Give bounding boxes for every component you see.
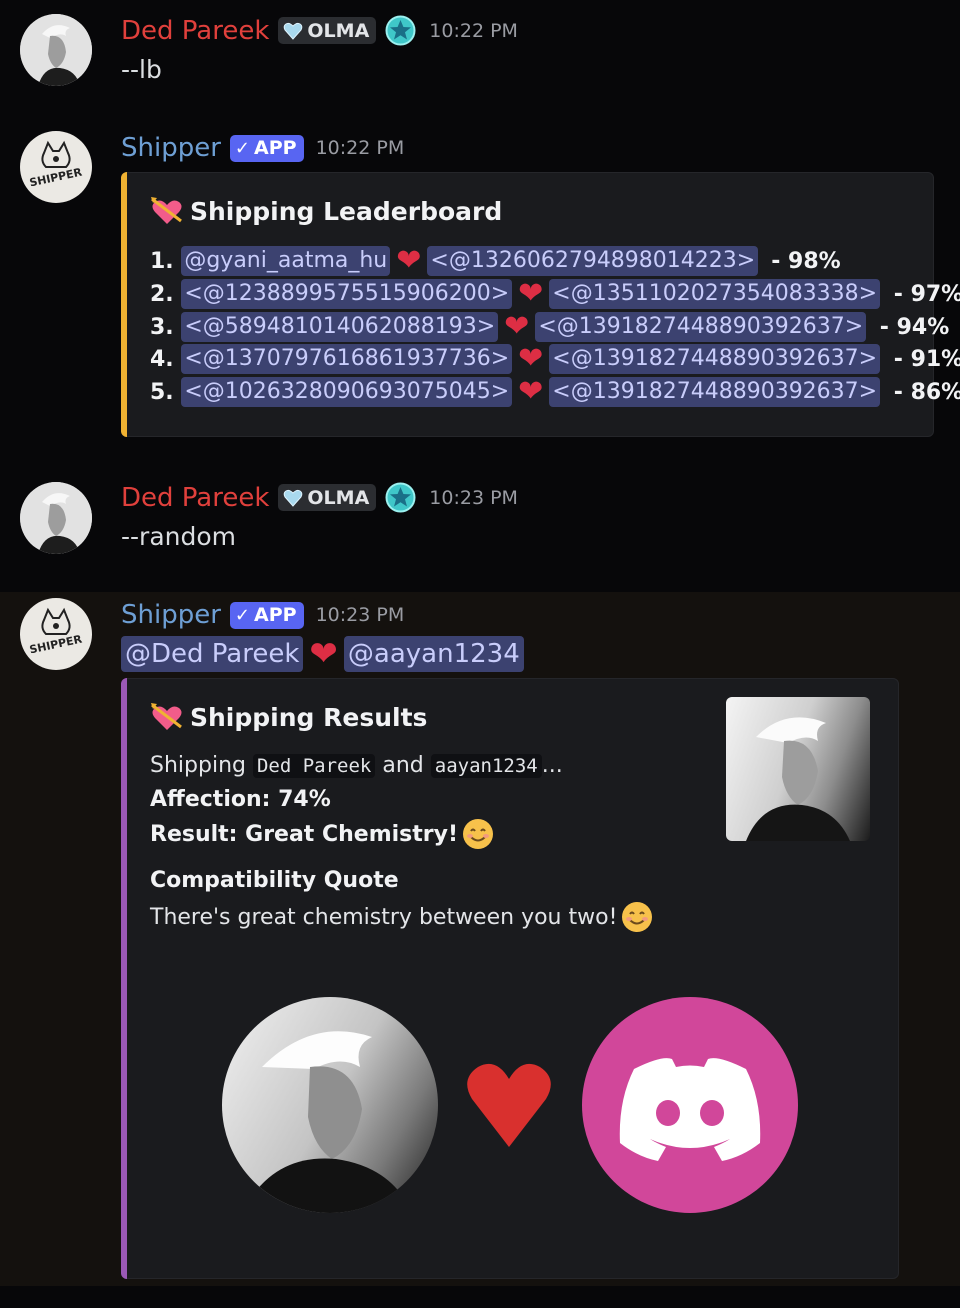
avatar-portrait xyxy=(242,1031,412,1213)
app-badge: ✓ APP xyxy=(229,601,304,629)
user-mention[interactable]: @Ded Pareek xyxy=(121,636,304,672)
smile-icon xyxy=(622,902,653,932)
embed-title: Shipping Results xyxy=(150,701,427,733)
user-mention[interactable]: @aayan1234 xyxy=(343,636,524,672)
quote-title: Compatibility Quote xyxy=(150,868,399,893)
text: ... xyxy=(541,753,563,778)
user-mention[interactable]: <@1391827448890392637> xyxy=(549,377,881,407)
user-mention[interactable]: <@1326062794898014223> xyxy=(427,246,759,276)
username[interactable]: Shipper xyxy=(121,599,221,631)
embed-title-text: Shipping Leaderboard xyxy=(190,196,503,226)
text: Result: Great Chemistry! xyxy=(150,821,459,847)
avatar-portrait xyxy=(20,482,92,554)
rank: 2. xyxy=(150,281,174,307)
app-badge-label: APP xyxy=(254,137,297,159)
app-badge-label: APP xyxy=(254,604,297,626)
heart-arrow-icon xyxy=(151,197,182,224)
heart-icon xyxy=(467,1063,551,1147)
leaderboard-row: 1. @gyani_aatma_hu ❤ <@13260627948980142… xyxy=(150,246,841,276)
user-mention[interactable]: <@1238899575515906200> xyxy=(181,279,513,309)
check-icon: ✓ xyxy=(234,137,250,159)
leaderboard-embed: Shipping Leaderboard 1. @gyani_aatma_hu … xyxy=(121,172,960,437)
timestamp: 10:22 PM xyxy=(429,19,518,42)
inline-code: aayan1234 xyxy=(430,753,542,778)
heart-arrow-icon xyxy=(151,703,182,730)
user-mention[interactable]: <@589481014062088193> xyxy=(181,312,499,342)
heart-icon: ❤ xyxy=(518,276,544,311)
leaderboard-row: 4. <@1370797616861937736> ❤ <@1391827448… xyxy=(150,344,960,374)
rank: 5. xyxy=(150,379,174,405)
guild-tag-label: OLMA xyxy=(307,19,370,42)
timestamp: 10:23 PM xyxy=(315,604,405,626)
guild-tag[interactable]: OLMA xyxy=(278,484,377,511)
results-embed: Shipping Results Shipping Ded Pareek and… xyxy=(121,678,899,1279)
avatar[interactable]: SHIPPER xyxy=(20,131,92,203)
heart-icon: ❤ xyxy=(309,634,338,674)
user-mention[interactable]: <@1391827448890392637> xyxy=(535,312,867,342)
message-mentions: @Ded Pareek ❤ @aayan1234 xyxy=(121,636,524,672)
user-b-avatar-large[interactable] xyxy=(582,997,798,1213)
quote-line: There's great chemistry between you two! xyxy=(150,901,653,933)
leaderboard-row: 5. <@1026328090693075045> ❤ <@1391827448… xyxy=(150,377,960,407)
heart-icon: ❤ xyxy=(504,309,530,344)
discord-logo-icon xyxy=(619,1058,761,1161)
inline-code: Ded Pareek xyxy=(252,753,376,778)
user-mention[interactable]: @gyani_aatma_hu xyxy=(181,246,391,276)
user-mention[interactable]: <@1391827448890392637> xyxy=(549,344,881,374)
rank: 3. xyxy=(150,314,174,340)
text: and xyxy=(382,753,424,778)
avatar-portrait xyxy=(20,14,92,86)
shipper-logo-icon: SHIPPER xyxy=(28,140,84,190)
text: There's great chemistry between you two! xyxy=(150,904,618,930)
user-mention[interactable]: <@1351102027354083338> xyxy=(549,279,881,309)
smile-icon xyxy=(463,819,494,849)
message-text: --lb xyxy=(121,55,162,84)
app-badge: ✓ APP xyxy=(229,134,304,162)
timestamp: 10:22 PM xyxy=(315,137,405,159)
leaderboard-row: 3. <@589481014062088193> ❤ <@13918274488… xyxy=(150,312,949,342)
rank: 1. xyxy=(150,248,174,274)
avatar[interactable]: SHIPPER xyxy=(20,598,92,670)
heart-icon: ❤ xyxy=(518,341,544,376)
embed-title: Shipping Leaderboard xyxy=(150,195,502,227)
message-text: --random xyxy=(121,522,237,551)
text: Shipping xyxy=(150,753,246,778)
embed-accent-bar xyxy=(121,678,127,1279)
percent: - 86% xyxy=(893,379,960,405)
username[interactable]: Ded Pareek xyxy=(121,15,269,47)
embed-title-text: Shipping Results xyxy=(190,702,428,732)
svg-text:SHIPPER: SHIPPER xyxy=(28,633,83,657)
heart-icon: ❤ xyxy=(518,374,544,409)
timestamp: 10:23 PM xyxy=(429,486,518,509)
avatar[interactable] xyxy=(20,482,92,554)
user-mention[interactable]: <@1370797616861937736> xyxy=(181,344,513,374)
shipper-logo-icon: SHIPPER xyxy=(28,607,84,657)
percent: - 94% xyxy=(879,314,950,340)
crystal-heart-icon xyxy=(284,489,303,507)
user-a-avatar-large[interactable] xyxy=(222,997,438,1213)
result-line: Result: Great Chemistry! xyxy=(150,818,494,850)
leaderboard-row: 2. <@1238899575515906200> ❤ <@1351102027… xyxy=(150,279,960,309)
user-mention[interactable]: <@1026328090693075045> xyxy=(181,377,513,407)
heart-icon: ❤ xyxy=(396,243,422,278)
affection-line: Affection: 74% xyxy=(150,787,331,812)
shipping-line: Shipping Ded Pareek and aayan1234 ... xyxy=(150,753,563,778)
star-badge-icon[interactable] xyxy=(384,14,417,47)
star-badge-icon[interactable] xyxy=(384,481,417,514)
svg-text:SHIPPER: SHIPPER xyxy=(28,166,83,190)
thumbnail-portrait xyxy=(746,717,850,841)
embed-thumbnail[interactable] xyxy=(726,697,870,841)
crystal-heart-icon xyxy=(284,22,303,40)
check-icon: ✓ xyxy=(234,604,250,626)
username[interactable]: Shipper xyxy=(121,132,221,164)
avatar[interactable] xyxy=(20,14,92,86)
percent: - 91% xyxy=(893,346,960,372)
username[interactable]: Ded Pareek xyxy=(121,482,269,514)
guild-tag[interactable]: OLMA xyxy=(278,17,377,44)
percent: - 98% xyxy=(771,248,841,274)
rank: 4. xyxy=(150,346,174,372)
percent: - 97% xyxy=(893,281,960,307)
embed-accent-bar xyxy=(121,172,127,437)
guild-tag-label: OLMA xyxy=(307,486,370,509)
